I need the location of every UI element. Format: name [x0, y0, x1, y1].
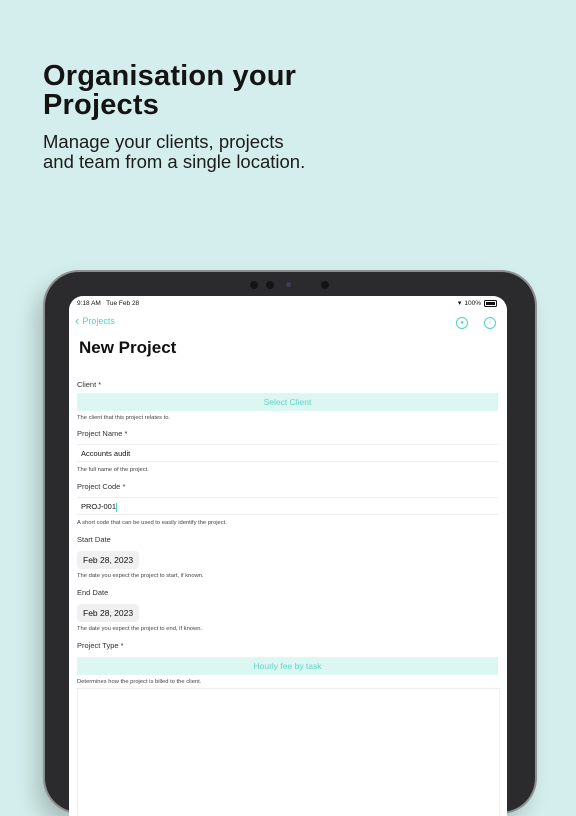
- back-button[interactable]: ‹ Projects: [75, 313, 115, 328]
- end-date-label: End Date: [77, 588, 109, 597]
- project-name-value: Accounts audit: [81, 449, 131, 458]
- app-screen: 9:18 AM Tue Feb 28 ▾ 100% ‹ Projects ● i…: [69, 296, 507, 816]
- project-name-input[interactable]: Accounts audit: [77, 444, 498, 462]
- select-client-button[interactable]: Select Client: [77, 393, 498, 411]
- start-date-helper: The date you expect the project to start…: [77, 573, 204, 579]
- wifi-icon: ▾: [457, 300, 462, 307]
- battery-percent: 100%: [464, 299, 481, 307]
- back-button-label: Projects: [82, 316, 115, 326]
- project-name-label: Project Name *: [77, 429, 128, 438]
- status-date: Tue Feb 28: [106, 300, 140, 307]
- project-code-input[interactable]: PROJ-001: [77, 497, 498, 515]
- status-bar: 9:18 AM Tue Feb 28 ▾ 100%: [69, 296, 507, 310]
- tablet-device-frame: 9:18 AM Tue Feb 28 ▾ 100% ‹ Projects ● i…: [45, 272, 535, 816]
- status-time-date: 9:18 AM Tue Feb 28: [77, 300, 139, 307]
- sensor-dot: [250, 281, 258, 289]
- front-camera-icon: [286, 282, 291, 287]
- end-date-helper: The date you expect the project to end, …: [77, 626, 203, 632]
- text-cursor: [116, 502, 118, 512]
- marketing-subheadline: Manage your clients, projects and team f…: [43, 132, 305, 172]
- battery-icon: [484, 299, 497, 307]
- start-date-picker[interactable]: Feb 28, 2023: [77, 551, 140, 569]
- client-label: Client *: [77, 380, 102, 389]
- end-date-picker[interactable]: Feb 28, 2023: [77, 604, 140, 622]
- subheadline-line-1: Manage your clients, projects: [43, 131, 284, 152]
- headline-line-1: Organisation your: [43, 60, 297, 92]
- sensor-dot: [266, 281, 274, 289]
- marketing-headline: Organisation your Projects: [43, 62, 296, 120]
- sensor-dot: [321, 281, 329, 289]
- page-title: New Project: [79, 338, 177, 357]
- headline-line-2: Projects: [43, 89, 160, 121]
- project-type-selector[interactable]: Hourly fee by task: [77, 657, 498, 675]
- person-icon[interactable]: ●: [456, 317, 468, 329]
- project-code-label: Project Code *: [77, 482, 126, 491]
- info-icon[interactable]: i: [484, 317, 496, 329]
- project-type-label: Project Type *: [77, 641, 124, 650]
- project-code-value: PROJ-001: [81, 502, 117, 511]
- start-date-label: Start Date: [77, 535, 111, 544]
- subheadline-line-2: and team from a single location.: [43, 151, 306, 172]
- client-helper: The client that this project relates to.: [77, 415, 171, 421]
- project-code-helper: A short code that can be used to easily …: [77, 520, 227, 526]
- chevron-left-icon: ‹: [75, 313, 80, 328]
- form-section-container: [77, 688, 500, 816]
- status-time: 9:18 AM: [77, 300, 101, 307]
- project-name-helper: The full name of the project.: [77, 467, 149, 473]
- project-type-helper: Determines how the project is billed to …: [77, 679, 202, 685]
- status-indicators: ▾ 100%: [458, 299, 497, 307]
